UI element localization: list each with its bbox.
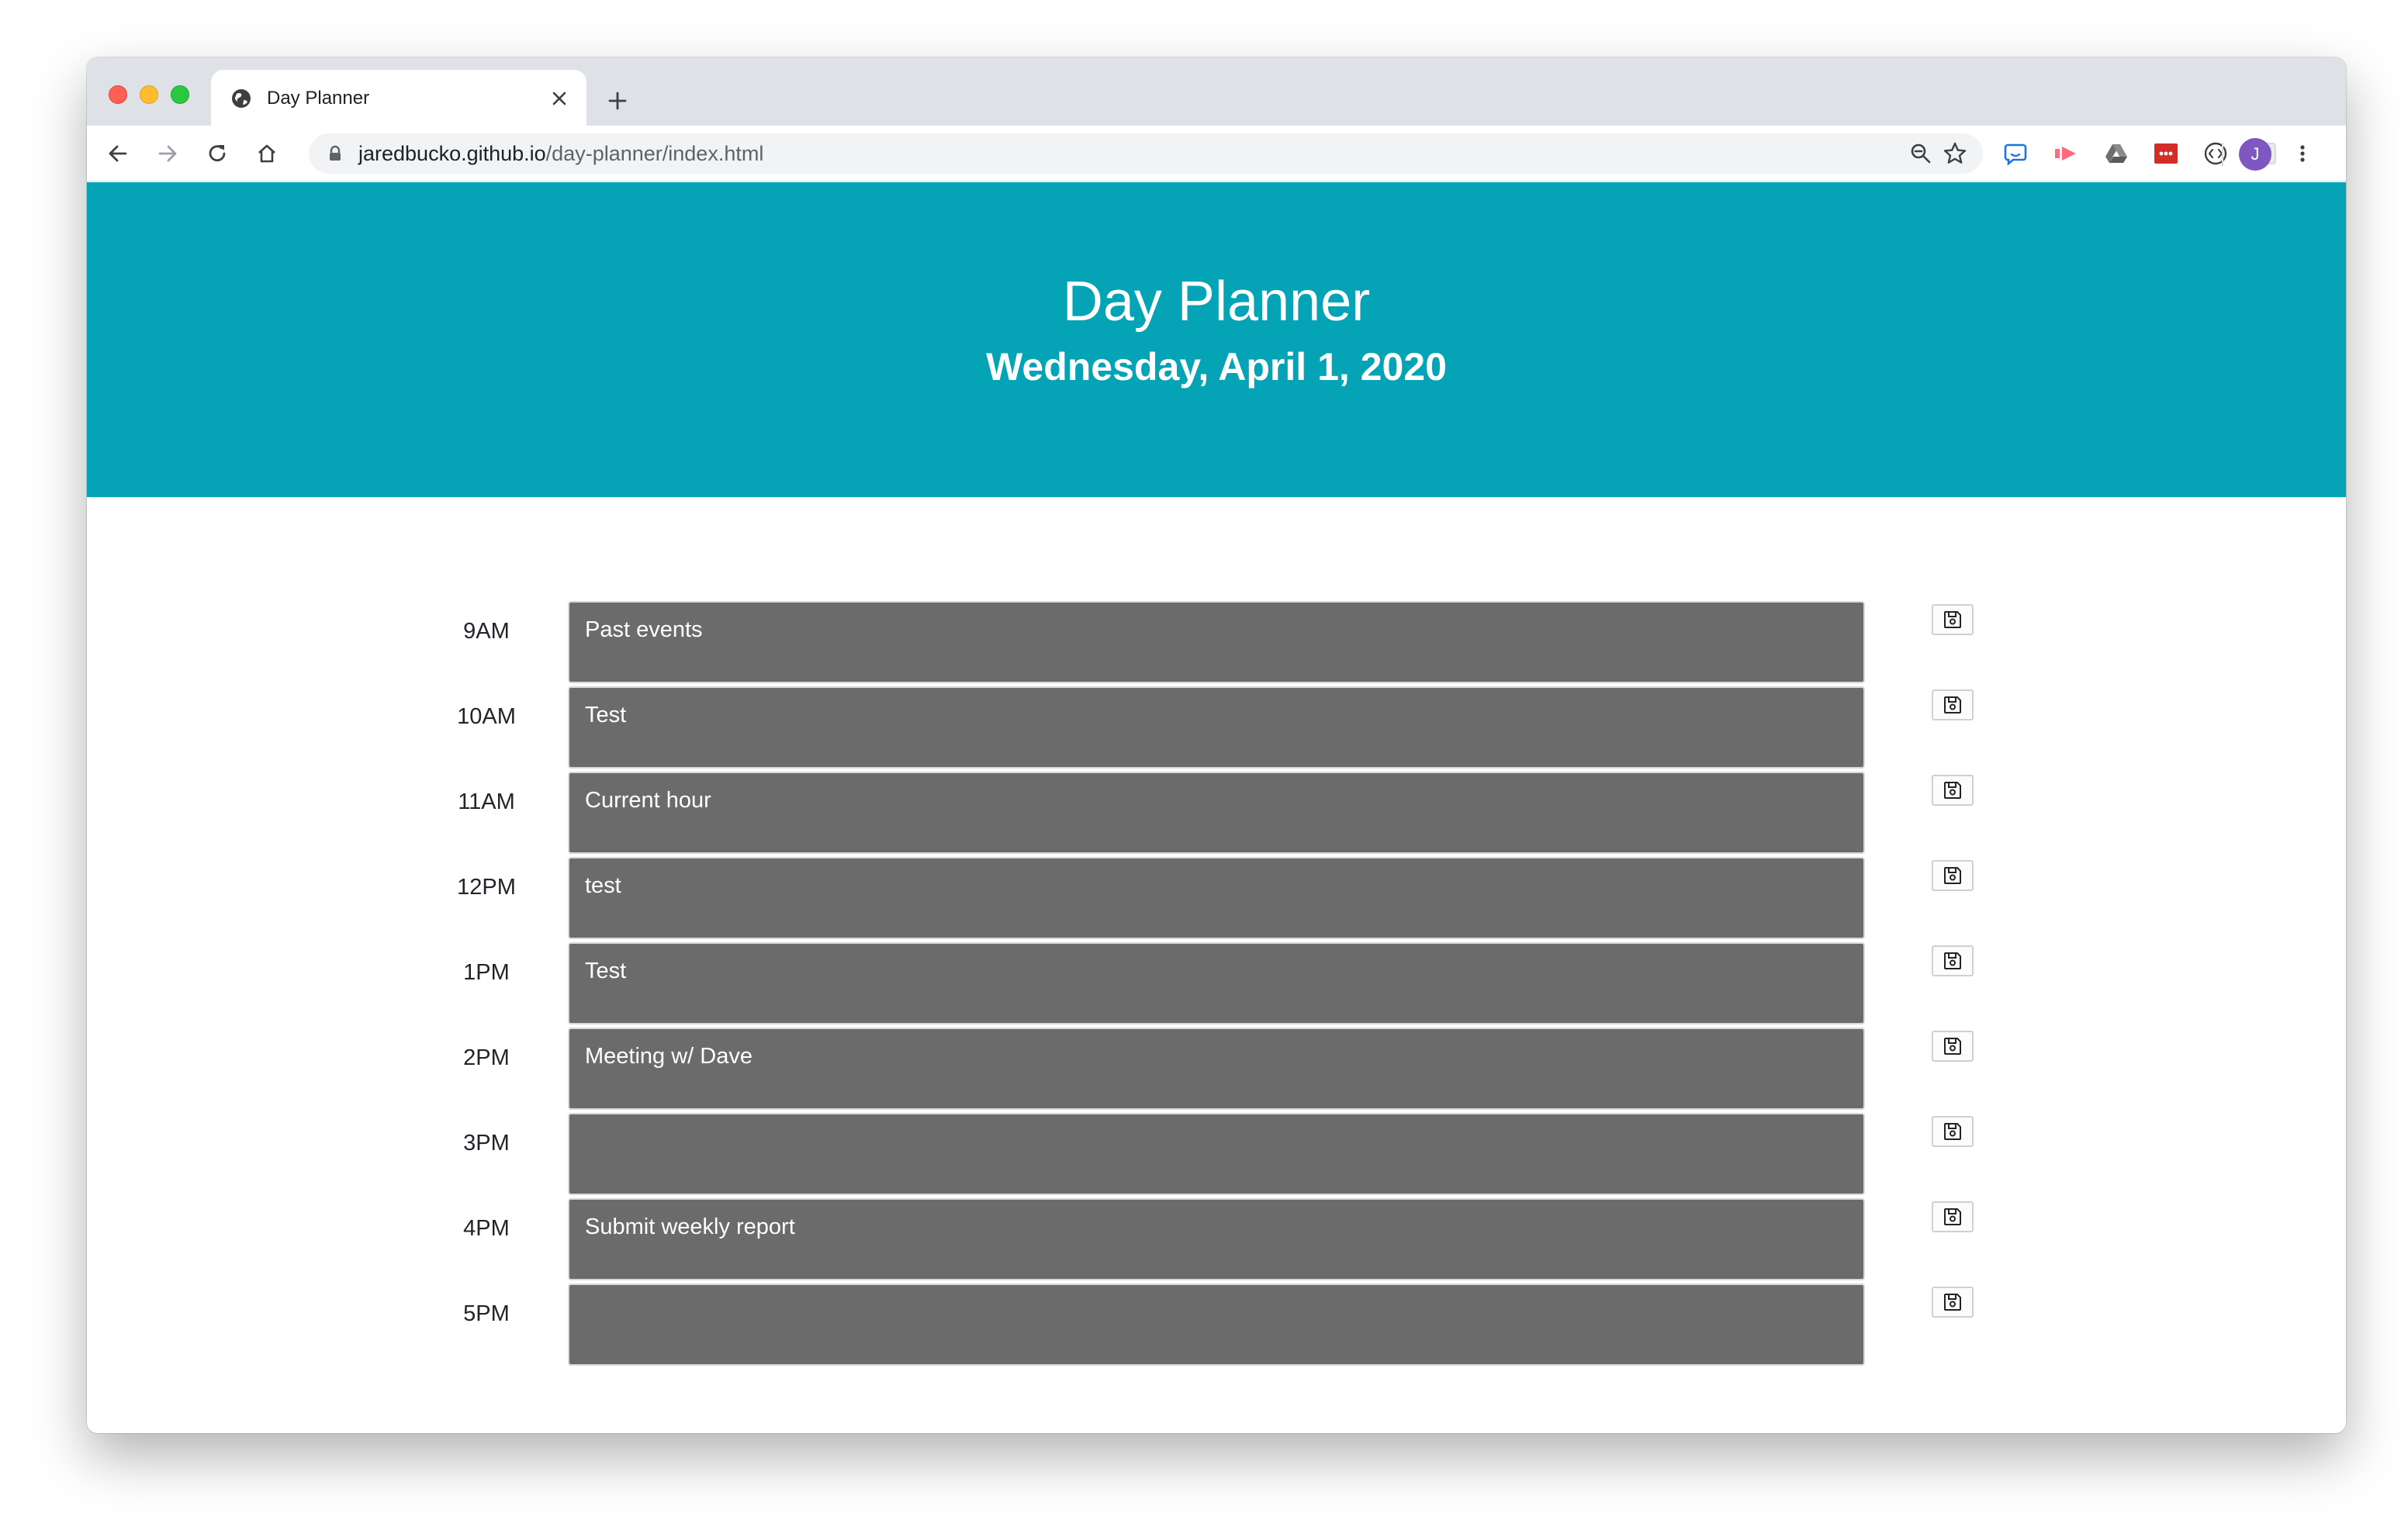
event-textarea[interactable]: test [568, 857, 1865, 939]
browser-window: Day Planner jaredbucko.github.io/day-pla… [87, 57, 2346, 1433]
save-icon [1943, 1207, 1963, 1227]
plus-icon[interactable] [602, 85, 633, 116]
drive-extension-icon[interactable] [2099, 136, 2133, 171]
event-textarea[interactable] [568, 1284, 1865, 1366]
minimize-window-button[interactable] [140, 85, 158, 104]
hour-label: 10AM [457, 704, 516, 729]
save-button[interactable] [1932, 775, 1974, 806]
save-icon [1943, 1121, 1963, 1142]
time-block-row: 2PM Meeting w/ Dave [87, 1028, 2346, 1111]
page-content: Day Planner Wednesday, April 1, 2020 9AM… [87, 182, 2346, 1433]
save-button[interactable] [1932, 860, 1974, 891]
profile-avatar[interactable]: J [2239, 138, 2271, 171]
hour-label: 9AM [463, 619, 510, 644]
event-textarea[interactable]: Test [568, 686, 1865, 769]
save-icon [1943, 780, 1963, 800]
save-button[interactable] [1932, 1201, 1974, 1232]
save-button[interactable] [1932, 1031, 1974, 1062]
reload-icon[interactable] [202, 138, 233, 169]
event-textarea[interactable]: Test [568, 942, 1865, 1024]
time-block-row: 3PM [87, 1113, 2346, 1197]
chat-extension-icon[interactable] [1998, 136, 2033, 171]
save-button[interactable] [1932, 689, 1974, 720]
hour-label: 5PM [463, 1301, 510, 1326]
code-extension-icon[interactable] [2199, 136, 2233, 171]
url-path: /day-planner/index.html [545, 142, 764, 165]
time-block-row: 11AM Current hour [87, 772, 2346, 855]
zoom-out-icon[interactable] [1905, 138, 1936, 169]
hour-label: 1PM [463, 960, 510, 985]
save-icon [1943, 1292, 1963, 1312]
hour-label: 4PM [463, 1216, 510, 1241]
tab-day-planner[interactable]: Day Planner [211, 70, 586, 126]
save-icon [1943, 610, 1963, 630]
save-icon [1943, 951, 1963, 971]
save-icon [1943, 695, 1963, 715]
toolbar-divider [2222, 143, 2223, 166]
header-banner: Day Planner Wednesday, April 1, 2020 [87, 182, 2346, 497]
lock-icon[interactable] [326, 144, 344, 163]
event-textarea[interactable]: Past events [568, 601, 1865, 683]
time-block-row: 10AM Test [87, 686, 2346, 770]
save-button[interactable] [1932, 1116, 1974, 1147]
save-button[interactable] [1932, 604, 1974, 635]
star-icon[interactable] [1939, 138, 1970, 169]
tab-strip: Day Planner [87, 57, 2346, 126]
url-host: jaredbucko.github.io [358, 142, 546, 165]
browser-toolbar: jaredbucko.github.io/day-planner/index.h… [87, 126, 2346, 181]
time-block-row: 5PM [87, 1284, 2346, 1367]
back-arrow-icon[interactable] [102, 138, 133, 169]
time-block-row: 4PM Submit weekly report [87, 1198, 2346, 1282]
time-block-row: 1PM Test [87, 942, 2346, 1026]
lastpass-extension-icon[interactable] [2149, 136, 2183, 171]
event-textarea[interactable]: Submit weekly report [568, 1198, 1865, 1280]
event-textarea[interactable]: Meeting w/ Dave [568, 1028, 1865, 1110]
time-block-row: 9AM Past events [87, 601, 2346, 685]
close-window-button[interactable] [109, 85, 127, 104]
save-button[interactable] [1932, 1287, 1974, 1318]
hour-label: 3PM [463, 1131, 510, 1156]
event-textarea[interactable] [568, 1113, 1865, 1195]
event-textarea[interactable]: Current hour [568, 772, 1865, 854]
home-icon[interactable] [251, 138, 282, 169]
url-text[interactable]: jaredbucko.github.io/day-planner/index.h… [358, 142, 763, 165]
forward-arrow-icon[interactable] [152, 138, 183, 169]
kebab-menu-icon[interactable] [2287, 138, 2318, 169]
video-extension-icon[interactable] [2048, 136, 2082, 171]
hour-label: 11AM [458, 789, 515, 814]
close-icon[interactable] [546, 85, 573, 112]
maximize-window-button[interactable] [171, 85, 189, 104]
globe-icon [230, 87, 253, 110]
save-icon [1943, 865, 1963, 886]
save-icon [1943, 1036, 1963, 1056]
hour-label: 2PM [463, 1045, 510, 1070]
current-date: Wednesday, April 1, 2020 [986, 345, 1447, 389]
save-button[interactable] [1932, 945, 1974, 976]
tab-title: Day Planner [267, 88, 370, 109]
address-bar[interactable]: jaredbucko.github.io/day-planner/index.h… [309, 133, 1983, 174]
time-block-row: 12PM test [87, 857, 2346, 941]
page-title: Day Planner [1062, 271, 1371, 333]
hour-label: 12PM [457, 875, 516, 900]
